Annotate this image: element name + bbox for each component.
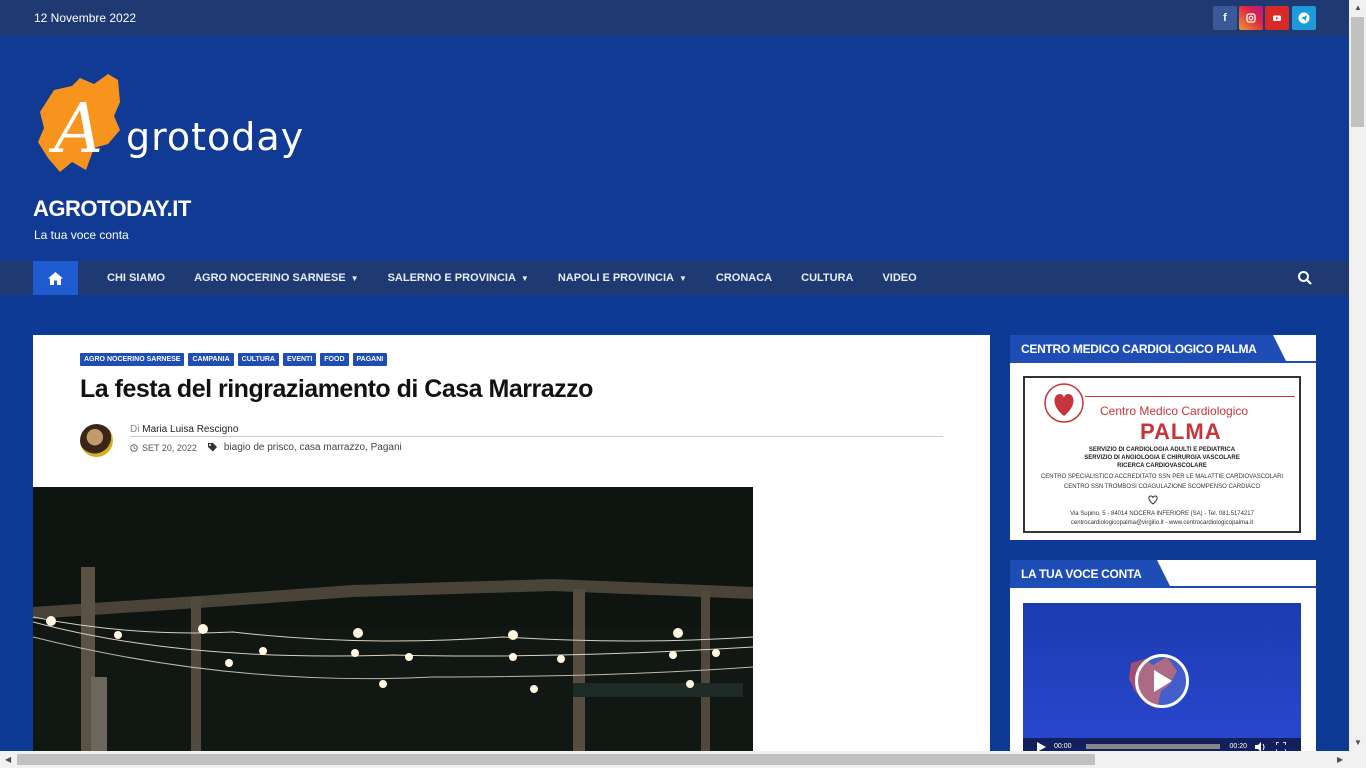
youtube-icon[interactable] <box>1265 6 1289 30</box>
home-button[interactable] <box>33 261 78 295</box>
caret-down-icon: ▼ <box>350 273 359 283</box>
widget-title-bar: CENTRO MEDICO CARDIOLOGICO PALMA <box>1010 335 1316 363</box>
current-date: 12 Novembre 2022 <box>34 11 137 25</box>
caret-down-icon: ▼ <box>520 273 529 283</box>
ad-brand: PALMA <box>1140 419 1222 444</box>
widget-title-bar: LA TUA VOCE CONTA <box>1010 560 1316 588</box>
tag-icon <box>207 443 217 452</box>
category-badge[interactable]: EVENTI <box>282 353 317 366</box>
top-bar: 12 Novembre 2022 f <box>0 0 1349 36</box>
svg-text:A: A <box>48 90 103 169</box>
category-badge[interactable]: PAGANI <box>352 353 388 366</box>
instagram-icon[interactable] <box>1239 6 1263 30</box>
ad-address: Via Supino, 5 - 84014 NOCERA INFERIORE (… <box>1070 511 1254 517</box>
nav-item-video[interactable]: VIDEO <box>882 272 916 284</box>
scrollbar-thumb[interactable] <box>1351 17 1364 127</box>
ad-clinic-name: Centro Medico Cardiologico <box>1100 404 1249 418</box>
ad-accreditation-line: CENTRO SPECIALISTICO ACCREDITATO SSN PER… <box>1040 474 1284 480</box>
nav-item-salerno-e-provincia[interactable]: SALERNO E PROVINCIA ▼ <box>388 272 529 284</box>
svg-text:grotoday: grotoday <box>126 115 304 159</box>
search-icon[interactable] <box>1297 270 1313 286</box>
video-current-time: 00:00 <box>1054 743 1072 750</box>
ad-accreditation-line: CENTRO SSN TROMBOSI COAGULAZIONE SCOMPEN… <box>1063 484 1261 490</box>
vertical-scrollbar[interactable]: ▲ ▼ <box>1349 0 1366 768</box>
home-icon <box>48 271 63 285</box>
play-icon <box>1154 670 1172 692</box>
article-meta: SET 20, 2022 biagio de prisco, casa marr… <box>130 442 402 453</box>
telegram-icon[interactable] <box>1292 6 1316 30</box>
divider <box>1085 396 1295 397</box>
scroll-right-icon[interactable]: ▶ <box>1337 755 1343 764</box>
category-badge[interactable]: FOOD <box>320 353 349 366</box>
nav-item-cultura[interactable]: CULTURA <box>801 272 853 284</box>
featured-image <box>33 487 754 755</box>
caret-down-icon: ▼ <box>678 273 687 283</box>
scroll-left-icon[interactable]: ◀ <box>5 755 11 764</box>
site-title[interactable]: AGROTODAY.IT <box>33 196 191 222</box>
article-tags[interactable]: biagio de prisco, casa marrazzo, Pagani <box>224 442 402 453</box>
ad-contacts: centrocardiologicopalma@virgilio.it - ww… <box>1070 520 1254 526</box>
article-byline: Di Maria Luisa Rescigno <box>130 424 239 435</box>
ad-service-line: SERVIZIO DI ANGIOLOGIA E CHIRURGIA VASCO… <box>1084 455 1240 461</box>
ad-service-line: RICERCA CARDIOVASCOLARE <box>1117 463 1207 469</box>
volume-icon[interactable] <box>1255 741 1266 752</box>
widget-title: LA TUA VOCE CONTA <box>1010 560 1172 588</box>
play-button[interactable] <box>1135 654 1189 708</box>
article-date[interactable]: SET 20, 2022 <box>142 443 197 453</box>
site-tagline: La tua voce conta <box>34 228 129 242</box>
main-nav: CHI SIAMO AGRO NOCERINO SARNESE ▼ SALERNO… <box>0 261 1349 295</box>
play-icon[interactable] <box>1037 741 1046 752</box>
sidebar-widget-ad: CENTRO MEDICO CARDIOLOGICO PALMA Centro … <box>1010 335 1316 540</box>
video-duration: 00:20 <box>1229 743 1248 750</box>
nav-item-chi-siamo[interactable]: CHI SIAMO <box>107 272 165 284</box>
category-badge[interactable]: CULTURA <box>237 353 279 366</box>
category-badge[interactable]: CAMPANIA <box>188 353 234 366</box>
ad-service-line: SERVIZIO DI CARDIOLOGIA ADULTI E PEDIATR… <box>1088 447 1236 453</box>
clock-icon <box>130 443 138 452</box>
category-badge[interactable]: AGRO NOCERINO SARNESE <box>80 353 185 366</box>
scroll-up-icon[interactable]: ▲ <box>1354 3 1362 12</box>
scrollbar-thumb[interactable] <box>17 754 1095 765</box>
article-card: AGRO NOCERINO SARNESE CAMPANIA CULTURA E… <box>33 335 990 755</box>
nav-item-agro-nocerino-sarnese[interactable]: AGRO NOCERINO SARNESE ▼ <box>194 272 359 284</box>
heart-logo-icon <box>1044 383 1084 423</box>
horizontal-scrollbar[interactable]: ◀ ▶ <box>0 751 1349 768</box>
sidebar-widget-video: LA TUA VOCE CONTA 00:00 00:20 <box>1010 560 1316 755</box>
nav-item-cronaca[interactable]: CRONACA <box>716 272 772 284</box>
scroll-down-icon[interactable]: ▼ <box>1354 738 1362 747</box>
category-tags: AGRO NOCERINO SARNESE CAMPANIA CULTURA E… <box>80 353 391 366</box>
author-link[interactable]: Maria Luisa Rescigno <box>142 424 238 435</box>
video-progress-bar[interactable] <box>1085 744 1220 749</box>
author-avatar[interactable] <box>80 424 113 457</box>
widget-title: CENTRO MEDICO CARDIOLOGICO PALMA <box>1010 335 1287 363</box>
nav-item-napoli-e-provincia[interactable]: NAPOLI E PROVINCIA ▼ <box>558 272 687 284</box>
site-header: A grotoday AGROTODAY.IT La tua voce cont… <box>0 36 1349 261</box>
cardiology-ad-banner[interactable]: Centro Medico Cardiologico PALMA SERVIZI… <box>1023 376 1301 533</box>
article-title: La festa del ringraziamento di Casa Marr… <box>80 375 593 403</box>
video-player[interactable]: 00:00 00:20 <box>1023 603 1301 755</box>
facebook-icon[interactable]: f <box>1213 6 1237 30</box>
heart-outline-icon <box>1148 495 1158 505</box>
fullscreen-icon[interactable] <box>1276 741 1287 752</box>
divider <box>130 436 943 437</box>
site-logo[interactable]: A grotoday <box>34 72 306 178</box>
